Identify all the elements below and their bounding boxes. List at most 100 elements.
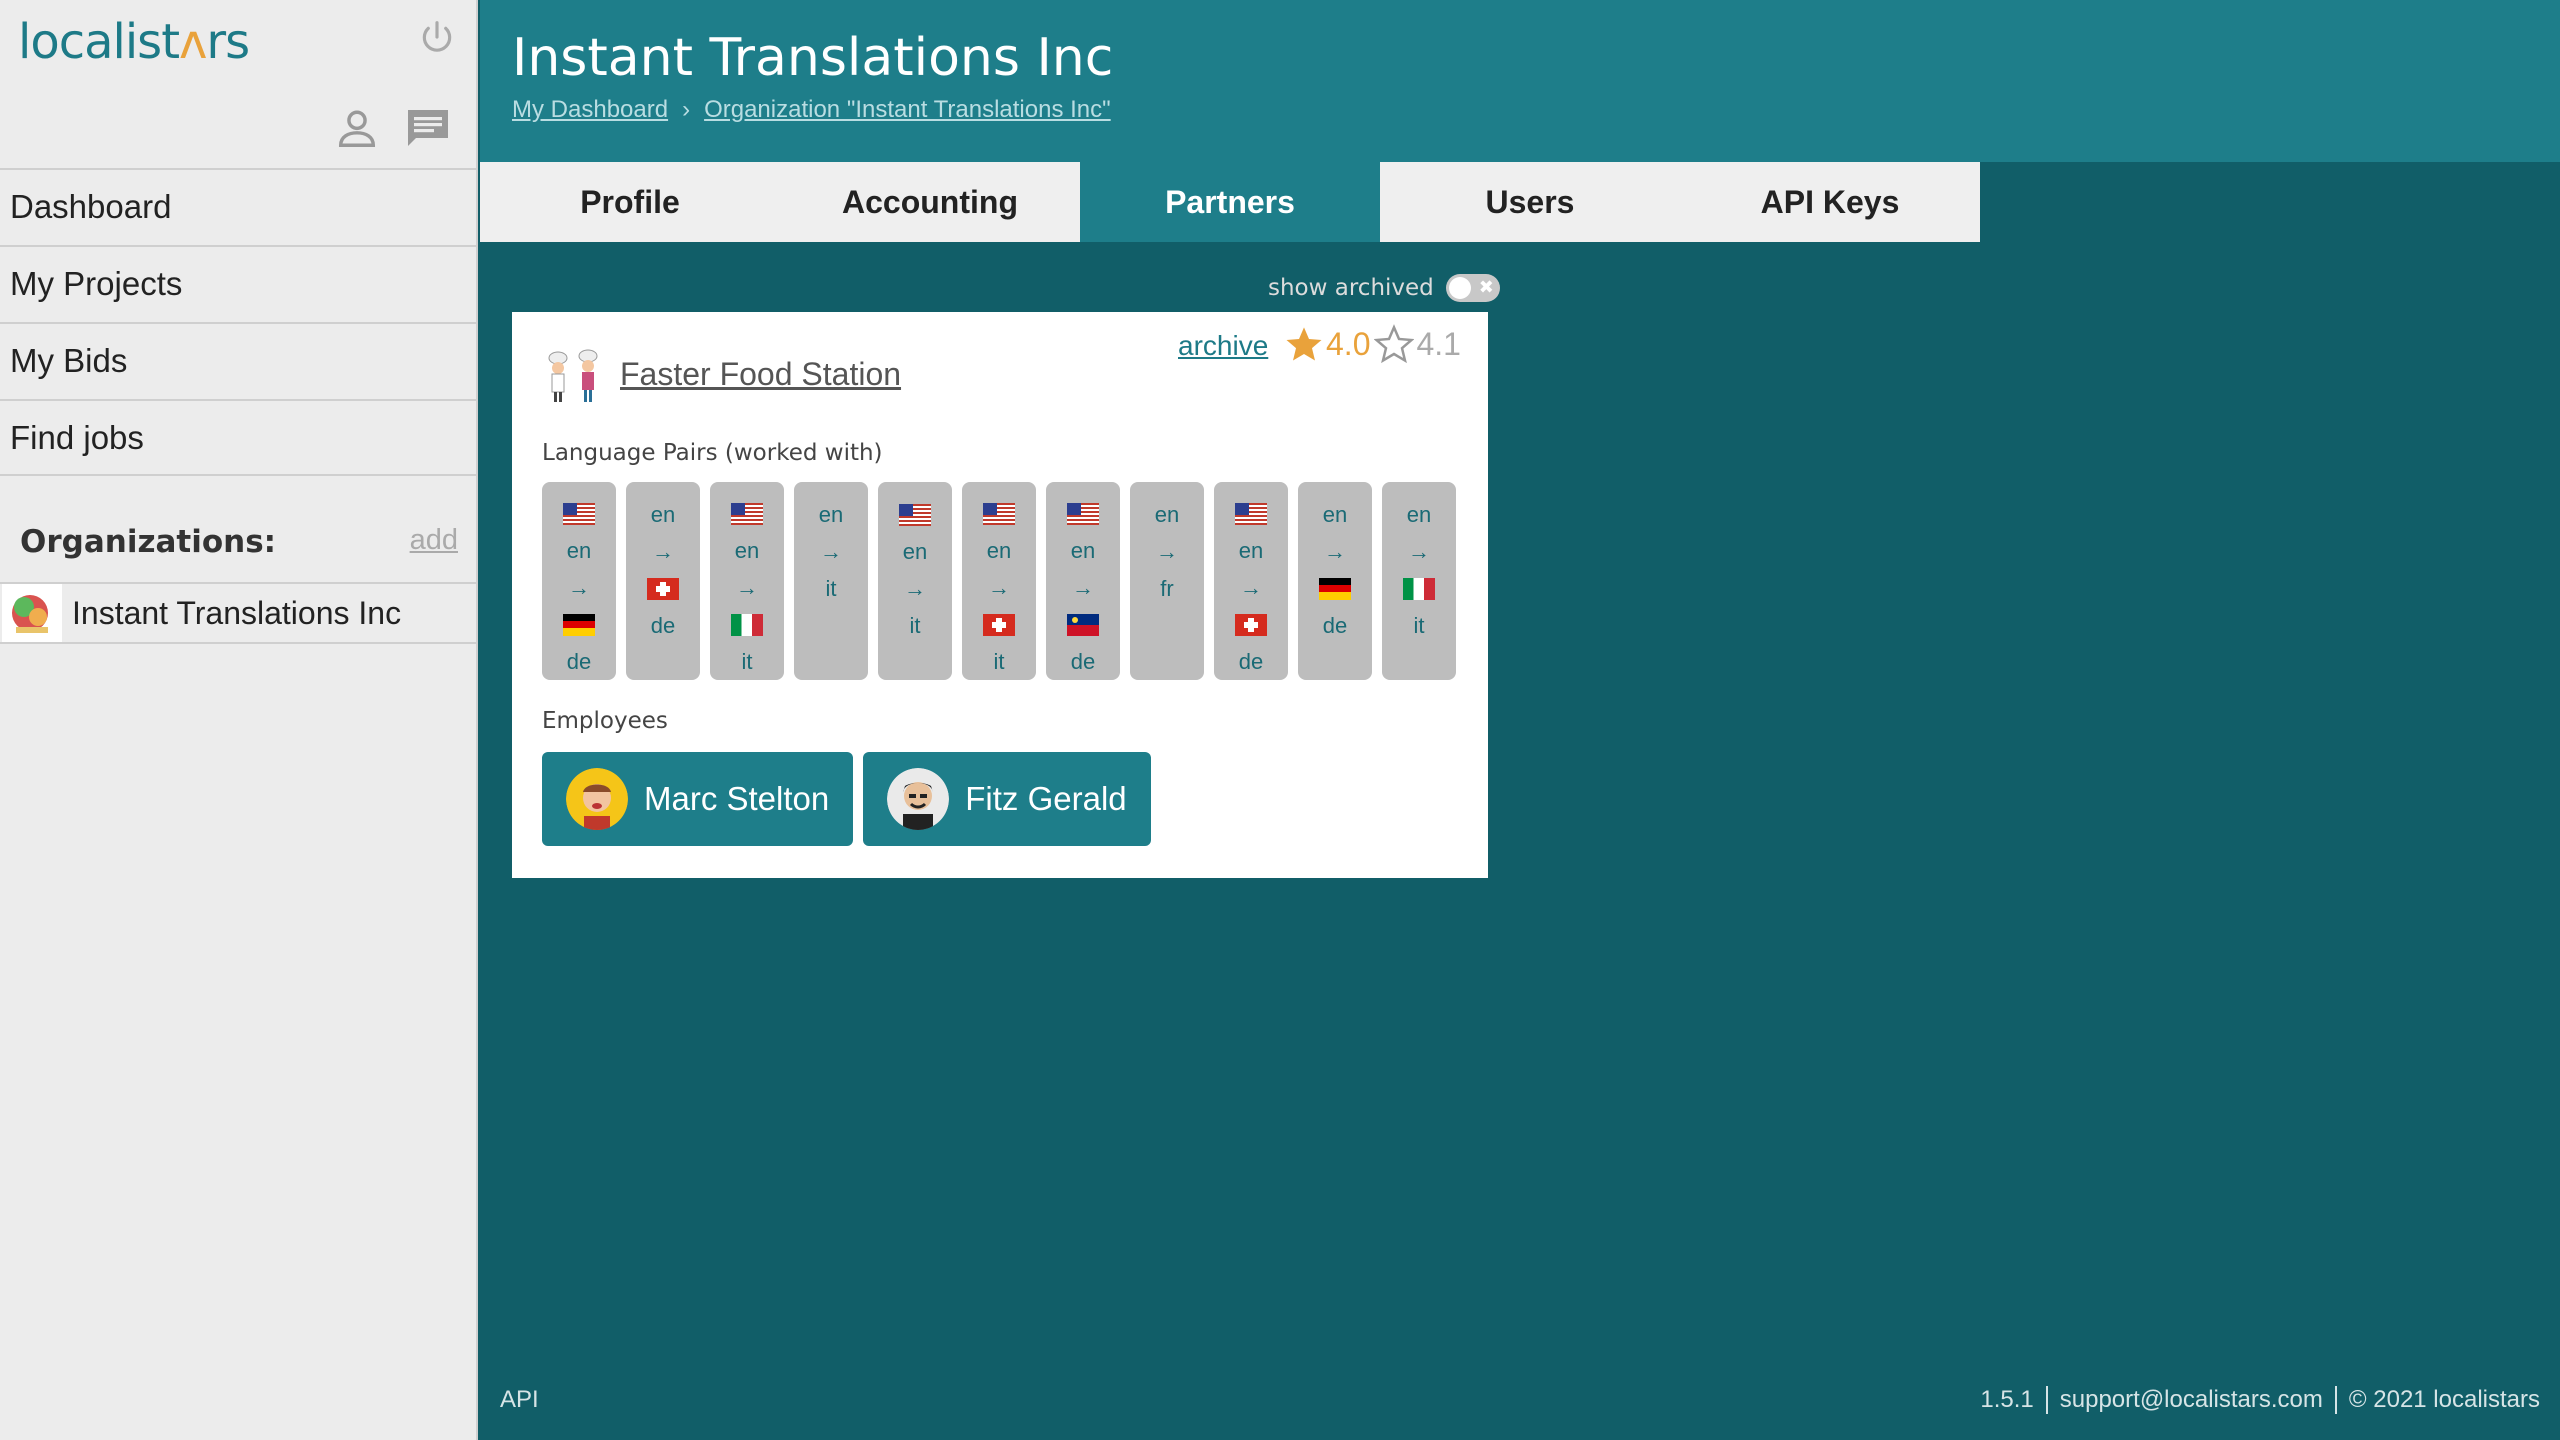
language-pair-tile: en → de bbox=[1046, 482, 1120, 680]
language-pairs-list: en → de en → de en → it en → it en → it en → it en → de en → fr… bbox=[542, 482, 1456, 680]
tab-users[interactable]: Users bbox=[1380, 162, 1680, 242]
employee-name: Fitz Gerald bbox=[965, 780, 1127, 817]
language-pair-tile: en → de bbox=[1214, 482, 1288, 680]
archive-link[interactable]: archive bbox=[1178, 330, 1268, 362]
target-language: it bbox=[825, 575, 837, 601]
target-language: it bbox=[1413, 612, 1425, 638]
rating-value-2: 4.1 bbox=[1416, 325, 1461, 362]
footer-api-link[interactable]: API bbox=[500, 1386, 539, 1414]
language-pair-tile: en → de bbox=[542, 482, 616, 680]
chef-icon bbox=[548, 349, 598, 402]
nav-item-find-jobs[interactable]: Find jobs bbox=[0, 399, 478, 476]
employee-button[interactable]: Fitz Gerald bbox=[863, 752, 1151, 846]
source-language: en bbox=[1406, 501, 1432, 527]
nav-item-dashboard[interactable]: Dashboard bbox=[0, 168, 478, 245]
flag-us-icon bbox=[983, 496, 1015, 533]
flag-ch-icon bbox=[1235, 606, 1267, 643]
breadcrumb-organization-link[interactable]: Organization "Instant Translations Inc" bbox=[704, 96, 1111, 123]
show-archived-control: show archived ✖ bbox=[1268, 274, 1500, 302]
arrow-right-icon: → bbox=[1072, 574, 1094, 600]
footer-divider bbox=[2045, 1386, 2048, 1414]
add-organization-link[interactable]: add bbox=[410, 524, 458, 557]
arrow-right-icon: → bbox=[988, 574, 1010, 600]
localistars-logo[interactable]: localistʌrs bbox=[18, 14, 250, 70]
target-language: de bbox=[1322, 612, 1348, 638]
target-language: fr bbox=[1160, 575, 1174, 601]
show-archived-label: show archived bbox=[1268, 275, 1434, 301]
source-language: en bbox=[566, 538, 592, 564]
organization-item[interactable]: Instant Translations Inc bbox=[0, 582, 478, 644]
organization-name: Instant Translations Inc bbox=[72, 594, 402, 631]
arrow-right-icon: → bbox=[568, 574, 590, 600]
page-header: Instant Translations Inc My Dashboard › Or… bbox=[480, 0, 2560, 162]
language-pair-tile: en → it bbox=[878, 482, 952, 680]
flag-ch-icon bbox=[647, 570, 679, 607]
source-language: en bbox=[818, 501, 844, 527]
messages-icon[interactable] bbox=[400, 104, 456, 152]
source-language: en bbox=[1238, 538, 1264, 564]
footer-divider bbox=[2334, 1386, 2337, 1414]
partner-card: Faster Food Station archive 4.0 4.1 Lang… bbox=[512, 312, 1488, 878]
target-language: de bbox=[566, 648, 592, 674]
power-icon[interactable] bbox=[418, 18, 456, 56]
arrow-right-icon: → bbox=[652, 538, 674, 564]
language-pairs-label: Language Pairs (worked with) bbox=[542, 440, 883, 466]
star-outline-icon bbox=[1374, 324, 1415, 364]
tab-profile[interactable]: Profile bbox=[480, 162, 780, 242]
show-archived-toggle[interactable]: ✖ bbox=[1445, 274, 1500, 302]
arrow-right-icon: → bbox=[1324, 538, 1346, 564]
footer-support-email[interactable]: support@localistars.com bbox=[2060, 1386, 2323, 1414]
language-pair-tile: en → it bbox=[962, 482, 1036, 680]
source-language: en bbox=[650, 501, 676, 527]
breadcrumb: My Dashboard › Organization "Instant Trans… bbox=[512, 96, 1111, 124]
source-language: en bbox=[1322, 501, 1348, 527]
arrow-right-icon: → bbox=[1156, 538, 1178, 564]
flag-it-icon bbox=[731, 606, 763, 643]
breadcrumb-separator: › bbox=[682, 96, 691, 123]
star-filled-icon bbox=[1286, 327, 1322, 361]
arrow-right-icon: → bbox=[1408, 538, 1430, 564]
organizations-header: Organizations: add bbox=[20, 524, 458, 560]
arrow-right-icon: → bbox=[820, 538, 842, 564]
employee-button[interactable]: Marc Stelton bbox=[542, 752, 854, 846]
tab-api-keys[interactable]: API Keys bbox=[1680, 162, 1980, 242]
nav-item-my-bids[interactable]: My Bids bbox=[0, 322, 478, 399]
source-language: en bbox=[902, 538, 928, 564]
flag-us-icon bbox=[899, 496, 931, 533]
tab-partners[interactable]: Partners bbox=[1080, 162, 1380, 242]
language-pair-tile: en → it bbox=[710, 482, 784, 680]
partner-name-link[interactable]: Faster Food Station bbox=[620, 356, 901, 393]
language-pair-tile: en → it bbox=[794, 482, 868, 680]
nav-item-my-projects[interactable]: My Projects bbox=[0, 245, 478, 322]
footer-version: 1.5.1 bbox=[1980, 1386, 2034, 1413]
language-pair-tile: en → de bbox=[626, 482, 700, 680]
source-language: en bbox=[1154, 501, 1180, 527]
arrow-right-icon: → bbox=[904, 575, 926, 601]
target-language: it bbox=[909, 612, 921, 638]
avatar bbox=[566, 768, 628, 830]
flag-us-icon bbox=[1235, 496, 1267, 533]
target-language: it bbox=[993, 648, 1005, 674]
language-pair-tile: en → it bbox=[1382, 482, 1456, 680]
breadcrumb-dashboard-link[interactable]: My Dashboard bbox=[512, 96, 668, 123]
language-pair-tile: en → fr bbox=[1130, 482, 1204, 680]
user-profile-icon[interactable] bbox=[334, 104, 380, 152]
flag-ch-icon bbox=[983, 606, 1015, 643]
toggle-knob bbox=[1448, 277, 1471, 299]
logo-text-2: rs bbox=[206, 14, 250, 70]
employee-name: Marc Stelton bbox=[644, 780, 830, 817]
organization-tabs: Profile Accounting Partners Users API Ke… bbox=[480, 162, 1980, 242]
flag-de-icon bbox=[1319, 570, 1351, 607]
target-language: de bbox=[650, 612, 676, 638]
avatar bbox=[887, 768, 950, 830]
rating-value-1: 4.0 bbox=[1326, 325, 1371, 362]
flag-it-icon bbox=[1403, 570, 1435, 607]
employees-list: Marc Stelton Fitz Gerald bbox=[542, 752, 1151, 846]
tab-accounting[interactable]: Accounting bbox=[780, 162, 1080, 242]
target-language: it bbox=[741, 648, 753, 674]
logo-accent: ʌ bbox=[179, 14, 207, 70]
main-nav: Dashboard My Projects My Bids Find jobs bbox=[0, 168, 478, 476]
flag-us-icon bbox=[731, 496, 763, 533]
source-language: en bbox=[734, 538, 760, 564]
toggle-off-icon: ✖ bbox=[1478, 277, 1494, 298]
